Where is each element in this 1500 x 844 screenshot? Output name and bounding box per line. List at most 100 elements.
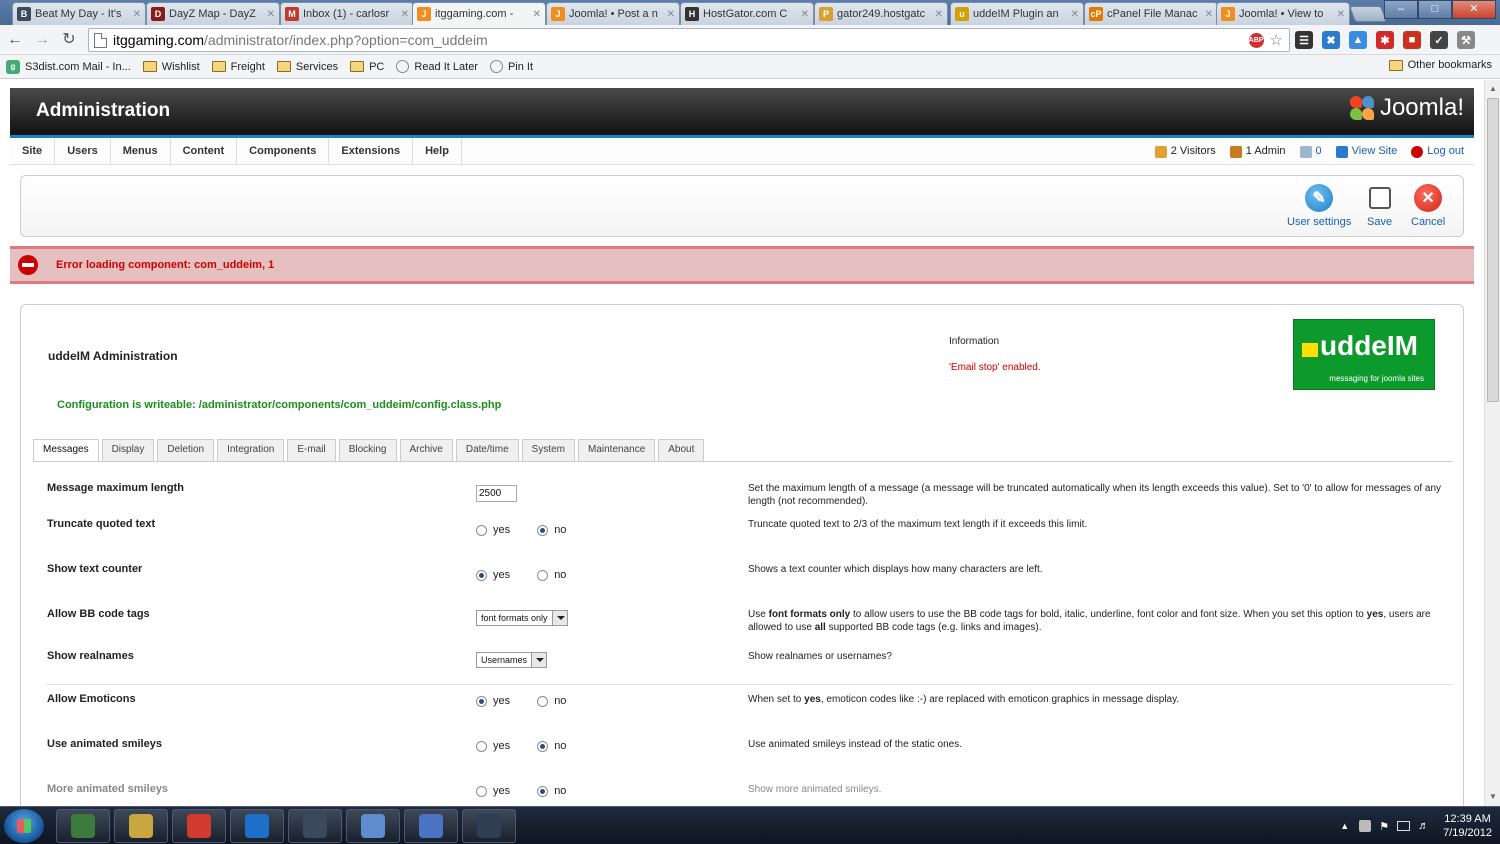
reload-button[interactable]: ↻: [58, 30, 80, 50]
volume-icon[interactable]: ♬: [1418, 820, 1429, 832]
browser-tab[interactable]: J Joomla! • View to ✕: [1216, 2, 1350, 25]
bookmark-s3dist[interactable]: g S3dist.com Mail - In...: [6, 59, 131, 74]
taskbar-app-button[interactable]: [56, 809, 110, 843]
maximize-button[interactable]: □: [1418, 0, 1452, 19]
tab-archive[interactable]: Archive: [399, 439, 453, 461]
truncate-no-radio[interactable]: no: [537, 524, 566, 536]
animated-yes-radio[interactable]: yes: [476, 740, 510, 752]
bookmark-freight[interactable]: Freight: [211, 61, 265, 73]
close-tab-icon[interactable]: ✕: [935, 9, 943, 20]
back-button[interactable]: ←: [4, 30, 26, 50]
tab-email[interactable]: E-mail: [287, 439, 336, 461]
close-tab-icon[interactable]: ✕: [667, 9, 675, 20]
extension-icon[interactable]: ✖: [1322, 31, 1340, 49]
extension-icon[interactable]: ■: [1403, 31, 1421, 49]
messages-status[interactable]: 0: [1299, 145, 1322, 158]
browser-tab[interactable]: J Joomla! • Post a n ✕: [546, 2, 680, 25]
menu-extensions[interactable]: Extensions: [329, 137, 414, 165]
close-tab-icon[interactable]: ✕: [533, 9, 541, 20]
emoticons-yes-radio[interactable]: yes: [476, 695, 510, 707]
realnames-select[interactable]: Usernames: [476, 652, 548, 668]
extension-icon[interactable]: ☰: [1295, 31, 1313, 49]
browser-tab[interactable]: u uddeIM Plugin an ✕: [950, 2, 1084, 25]
close-tab-icon[interactable]: ✕: [1071, 9, 1079, 20]
browser-tab[interactable]: cP cPanel File Manac ✕: [1084, 2, 1218, 25]
close-tab-icon[interactable]: ✕: [1205, 9, 1213, 20]
more-smileys-no-radio[interactable]: no: [537, 785, 566, 797]
close-window-button[interactable]: ✕: [1452, 0, 1496, 19]
tray-expand-icon[interactable]: ▲: [1340, 821, 1349, 831]
tab-system[interactable]: System: [521, 439, 575, 461]
bb-code-select[interactable]: font formats only: [476, 610, 568, 626]
scrollbar-thumb[interactable]: [1487, 98, 1499, 402]
animated-no-radio[interactable]: no: [537, 740, 566, 752]
taskbar-app-button[interactable]: [230, 809, 284, 843]
close-tab-icon[interactable]: ✕: [1337, 9, 1345, 20]
pocket-icon[interactable]: ✓: [1430, 31, 1448, 49]
emoticons-no-radio[interactable]: no: [537, 695, 566, 707]
bookmark-services[interactable]: Services: [276, 61, 338, 73]
menu-users[interactable]: Users: [55, 137, 111, 165]
cancel-button[interactable]: ✕ Cancel: [1411, 184, 1445, 228]
close-tab-icon[interactable]: ✕: [801, 9, 809, 20]
taskbar-app-button[interactable]: [346, 809, 400, 843]
browser-tab[interactable]: D DayZ Map - DayZ ✕: [146, 2, 280, 25]
tray-app-icon[interactable]: [1359, 820, 1372, 832]
extension-icon[interactable]: ✱: [1376, 31, 1394, 49]
tab-display[interactable]: Display: [101, 439, 155, 461]
start-button[interactable]: [4, 809, 44, 843]
more-smileys-yes-radio[interactable]: yes: [476, 785, 510, 797]
tab-deletion[interactable]: Deletion: [157, 439, 215, 461]
address-bar[interactable]: itggaming.com/administrator/index.php?op…: [88, 28, 1290, 52]
counter-no-radio[interactable]: no: [537, 569, 566, 581]
menu-content[interactable]: Content: [171, 137, 238, 165]
taskbar-app-button[interactable]: [404, 809, 458, 843]
flag-icon[interactable]: ⚑: [1379, 820, 1389, 833]
page-scrollbar[interactable]: ▲ ▼: [1484, 80, 1500, 806]
truncate-yes-radio[interactable]: yes: [476, 524, 510, 536]
bookmark-pin-it[interactable]: Pin It: [489, 60, 533, 73]
view-site-link[interactable]: View Site: [1335, 145, 1397, 158]
menu-components[interactable]: Components: [237, 137, 330, 165]
extension-icon[interactable]: ▲: [1349, 31, 1367, 49]
user-settings-button[interactable]: ✎ User settings: [1287, 184, 1351, 228]
other-bookmarks[interactable]: Other bookmarks: [1388, 59, 1492, 71]
menu-site[interactable]: Site: [10, 137, 56, 165]
tab-datetime[interactable]: Date/time: [455, 439, 519, 461]
minimize-button[interactable]: –: [1384, 0, 1418, 19]
browser-tab[interactable]: Jitggaming.com - ✕: [412, 2, 546, 25]
tab-messages[interactable]: Messages: [33, 439, 99, 462]
bookmark-wishlist[interactable]: Wishlist: [142, 61, 200, 73]
browser-tab[interactable]: B Beat My Day - It's ✕: [12, 2, 146, 25]
bookmark-star-icon[interactable]: ☆: [1270, 33, 1283, 48]
counter-yes-radio[interactable]: yes: [476, 569, 510, 581]
scroll-up-arrow[interactable]: ▲: [1485, 82, 1500, 96]
tab-about[interactable]: About: [658, 439, 705, 461]
taskbar-app-button[interactable]: [114, 809, 168, 843]
network-icon[interactable]: [1397, 821, 1411, 831]
tab-integration[interactable]: Integration: [217, 439, 285, 461]
logout-link[interactable]: Log out: [1411, 145, 1464, 158]
bookmark-read-it-later[interactable]: Read It Later: [396, 60, 478, 73]
scroll-down-arrow[interactable]: ▼: [1485, 790, 1500, 804]
taskbar-app-button[interactable]: [462, 809, 516, 843]
browser-tab[interactable]: M Inbox (1) - carlosr ✕: [280, 2, 414, 25]
adblock-icon[interactable]: ABP: [1248, 33, 1264, 48]
close-tab-icon[interactable]: ✕: [133, 9, 141, 20]
menu-help[interactable]: Help: [413, 137, 462, 165]
tab-blocking[interactable]: Blocking: [338, 439, 397, 461]
forward-button[interactable]: →: [31, 30, 53, 50]
menu-menus[interactable]: Menus: [111, 137, 171, 165]
close-tab-icon[interactable]: ✕: [401, 9, 409, 20]
close-tab-icon[interactable]: ✕: [267, 9, 275, 20]
max-length-input[interactable]: [476, 485, 517, 502]
taskbar-app-button[interactable]: [172, 809, 226, 843]
settings-wrench-icon[interactable]: ⚒: [1457, 31, 1475, 49]
new-tab-button[interactable]: [1349, 6, 1387, 22]
clock[interactable]: 12:39 AM 7/19/2012: [1443, 812, 1492, 840]
bookmark-pc[interactable]: PC: [350, 61, 384, 73]
browser-tab[interactable]: Pgator249.hostgatc ✕: [814, 2, 948, 25]
tab-maintenance[interactable]: Maintenance: [578, 439, 656, 461]
taskbar-app-button[interactable]: [288, 809, 342, 843]
browser-tab[interactable]: H HostGator.com C ✕: [680, 2, 814, 25]
